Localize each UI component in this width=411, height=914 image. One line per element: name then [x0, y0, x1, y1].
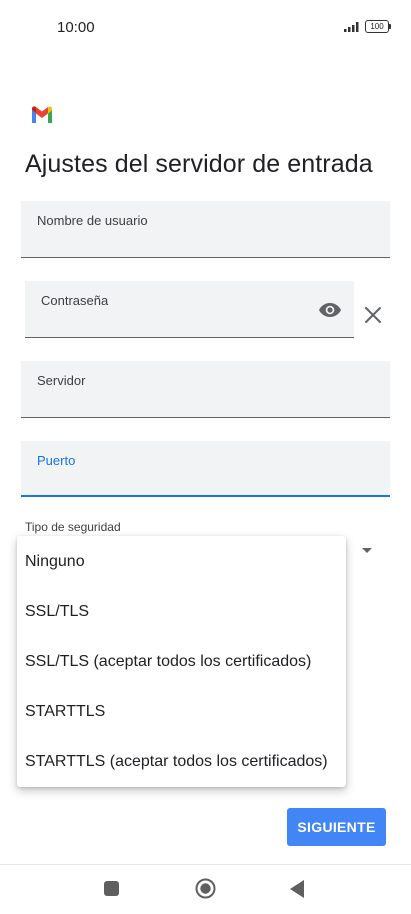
close-icon[interactable] [362, 304, 384, 326]
option-ssl-tls[interactable]: SSL/TLS [25, 590, 340, 634]
battery-icon: 100 [365, 20, 391, 33]
password-label: Contraseña [41, 293, 109, 308]
option-starttls[interactable]: STARTTLS [25, 690, 340, 734]
nav-home-icon[interactable] [195, 878, 216, 899]
password-field[interactable]: Contraseña [25, 281, 354, 338]
status-bar: 10:00 100 [0, 0, 411, 56]
dropdown-arrow-icon[interactable] [362, 548, 372, 553]
gmail-logo-icon [32, 106, 52, 123]
nav-back-icon[interactable] [290, 880, 304, 898]
status-icons: 100 [344, 20, 391, 33]
next-button[interactable]: SIGUIENTE [287, 808, 386, 846]
username-label: Nombre de usuario [37, 213, 148, 228]
nav-recent-icon[interactable] [104, 881, 119, 896]
username-field[interactable]: Nombre de usuario [21, 201, 390, 258]
battery-level: 100 [370, 22, 384, 31]
option-ssl-tls-accept-all[interactable]: SSL/TLS (aceptar todos los certificados) [25, 640, 340, 684]
gmail-logo [28, 101, 56, 129]
navigation-bar [0, 865, 411, 914]
option-starttls-accept-all[interactable]: STARTTLS (aceptar todos los certificados… [25, 740, 340, 784]
port-field[interactable]: Puerto [21, 441, 390, 497]
server-field[interactable]: Servidor [21, 361, 390, 418]
security-type-dropdown: Ninguno SSL/TLS SSL/TLS (aceptar todos l… [17, 536, 346, 787]
page-title: Ajustes del servidor de entrada [25, 150, 373, 178]
port-label: Puerto [37, 453, 76, 468]
option-none[interactable]: Ninguno [25, 540, 340, 584]
security-type-label: Tipo de seguridad [25, 520, 121, 534]
eye-icon[interactable] [318, 301, 342, 319]
signal-icon [344, 22, 359, 32]
status-time: 10:00 [57, 19, 95, 36]
server-label: Servidor [37, 373, 86, 388]
